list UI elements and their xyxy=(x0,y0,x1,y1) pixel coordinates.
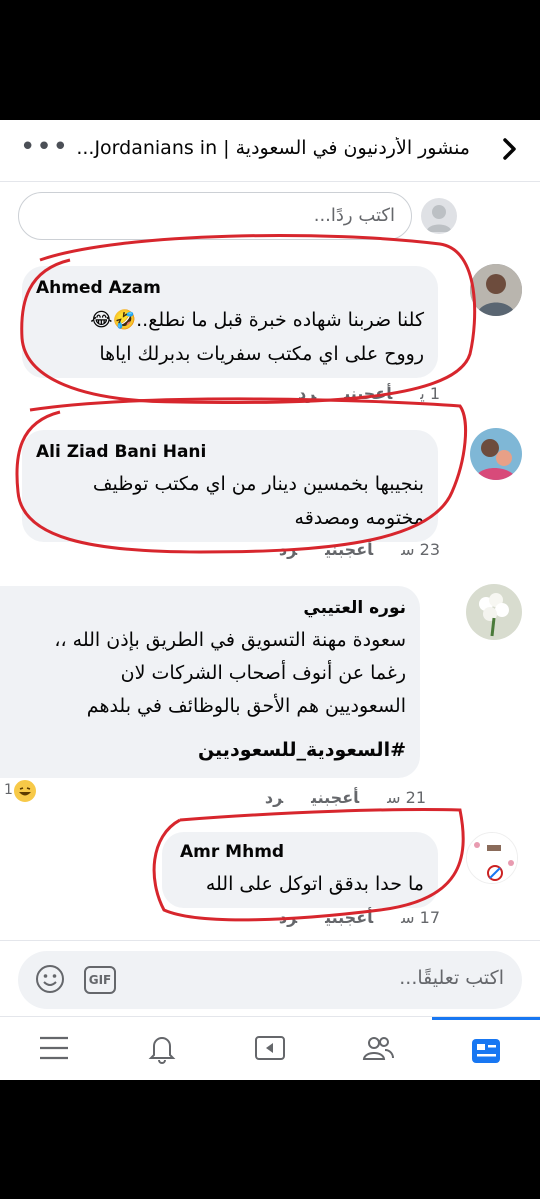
laugh-reaction-icon xyxy=(12,778,38,804)
comment-bubble: نوره العتيبي سعودة مهنة التسويق في الطري… xyxy=(0,586,420,778)
comment-line: رووح على اي مكتب سفريات بدبرلك اياها xyxy=(99,343,424,365)
friends-icon xyxy=(362,1037,394,1060)
reply-link[interactable]: رد xyxy=(265,788,283,807)
comment-bubble: Ali Ziad Bani Hani بنجيبها بخمسين دينار … xyxy=(22,430,438,542)
like-link[interactable]: أعجبني xyxy=(344,384,392,403)
tab-menu[interactable] xyxy=(0,1017,108,1080)
comment-placeholder: اكتب تعليقًا... xyxy=(399,967,504,989)
comment-author[interactable]: Ali Ziad Bani Hani xyxy=(36,442,206,462)
reply-link[interactable]: رد xyxy=(298,384,316,403)
comment-time: 1 ي xyxy=(420,384,440,403)
news-feed-icon xyxy=(472,1039,500,1063)
reply-link[interactable]: رد xyxy=(279,540,297,559)
smiley-icon[interactable] xyxy=(34,963,66,995)
comment-line: بنجيبها بخمسين دينار من اي مكتب توظيف xyxy=(92,473,424,495)
reply-link[interactable]: رد xyxy=(279,908,297,927)
comment-line: ما حدا بدقق اتوكل على الله xyxy=(205,873,424,895)
reply-row: اكتب ردًا... xyxy=(0,186,540,246)
compose-bar: GIF اكتب تعليقًا... xyxy=(0,940,540,1020)
gif-button[interactable]: GIF xyxy=(84,966,116,994)
comment-input[interactable]: GIF اكتب تعليقًا... xyxy=(18,951,522,1009)
like-link[interactable]: أعجبني xyxy=(325,908,373,927)
comment-author[interactable]: Ahmed Azam xyxy=(36,278,161,298)
reply-placeholder: اكتب ردًا... xyxy=(313,205,395,226)
comment-line: كلنا ضربنا شهاده خبرة قبل ما نطلع..🤣😂 xyxy=(90,309,424,331)
screen: ••• منشور الأردنيون في السعودية | Jordan… xyxy=(0,120,540,1080)
avatar[interactable] xyxy=(466,584,522,640)
more-dots-icon[interactable]: ••• xyxy=(20,134,69,160)
comment-time: 23 س xyxy=(401,540,440,559)
avatar[interactable] xyxy=(470,264,522,316)
bottom-tab-bar xyxy=(0,1016,540,1080)
avatar[interactable] xyxy=(466,832,518,884)
comment-bubble: Amr Mhmd ما حدا بدقق اتوكل على الله xyxy=(162,832,438,908)
comment-hashtag[interactable]: #السعودية_للسعوديين xyxy=(0,734,406,767)
menu-icon xyxy=(40,1036,68,1060)
comment-author[interactable]: نوره العتيبي xyxy=(303,598,406,618)
top-bar: ••• منشور الأردنيون في السعودية | Jordan… xyxy=(0,120,540,182)
comment-bubble: Ahmed Azam كلنا ضربنا شهاده خبرة قبل ما … xyxy=(22,266,438,378)
comment-author[interactable]: Amr Mhmd xyxy=(180,842,284,862)
current-user-avatar xyxy=(421,198,457,234)
avatar[interactable] xyxy=(470,428,522,480)
comment-line: سعودة مهنة التسويق في الطريق بإذن الله ،… xyxy=(54,629,406,651)
bell-icon xyxy=(148,1037,176,1064)
comment-line: رغما عن أنوف أصحاب الشركات لان xyxy=(120,662,406,684)
reply-input[interactable]: اكتب ردًا... xyxy=(18,192,412,240)
chevron-left-icon[interactable] xyxy=(496,134,520,164)
comment-time: 17 س xyxy=(401,908,440,927)
comment-time: 21 س xyxy=(387,788,426,807)
tab-friends[interactable] xyxy=(324,1017,432,1080)
like-link[interactable]: أعجبني xyxy=(311,788,359,807)
comment-meta: 1 ي أعجبني رد xyxy=(270,384,440,403)
comment-meta: 23 س أعجبني رد xyxy=(251,540,440,559)
comment-line: مختومه ومصدقه xyxy=(294,507,424,529)
tab-news-feed[interactable] xyxy=(432,1017,540,1080)
tab-watch[interactable] xyxy=(216,1017,324,1080)
comment-meta: 21 س أعجبني رد xyxy=(237,788,426,807)
comment-line: السعوديين هم الأحق بالوظائف في بلدهم xyxy=(86,695,406,717)
video-icon xyxy=(255,1036,285,1060)
comment-meta: 17 س أعجبني رد xyxy=(251,908,440,927)
page-title: منشور الأردنيون في السعودية | Jordanians… xyxy=(76,137,470,159)
like-link[interactable]: أعجبني xyxy=(325,540,373,559)
tab-notifications[interactable] xyxy=(108,1017,216,1080)
